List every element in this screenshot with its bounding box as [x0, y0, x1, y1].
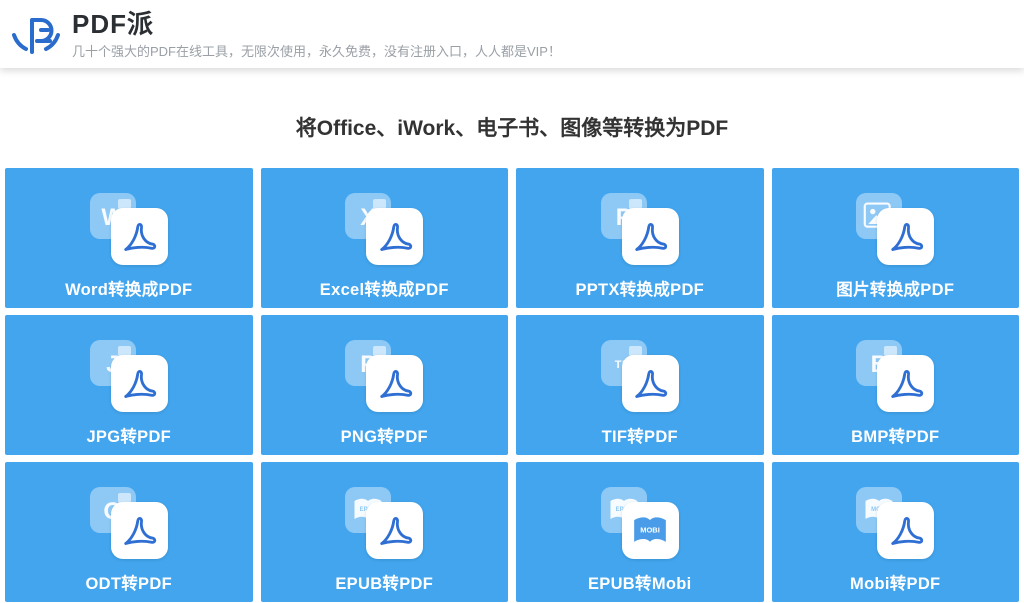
tool-tile[interactable]: O ODT转PDF — [5, 462, 253, 602]
tool-tile[interactable]: EPUB EPUB转PDF — [261, 462, 509, 602]
tool-label: EPUB转Mobi — [588, 570, 692, 594]
tool-icon-combo: P — [345, 340, 423, 412]
pdf-acrobat-icon — [622, 208, 679, 265]
tool-icon-combo — [856, 193, 934, 265]
tool-tile[interactable]: P PNG转PDF — [261, 315, 509, 455]
tool-tile[interactable]: B BMP转PDF — [772, 315, 1020, 455]
tool-icon-combo: W — [90, 193, 168, 265]
tool-icon-combo: TIF — [601, 340, 679, 412]
main-content: 将Office、iWork、电子书、图像等转换为PDF W Word转换成PDF… — [0, 112, 1024, 602]
tool-tile[interactable]: X Excel转换成PDF — [261, 168, 509, 308]
tool-icon-combo: EPUB MOBI — [601, 487, 679, 559]
tool-icon-combo: O — [90, 487, 168, 559]
tool-icon-combo: J — [90, 340, 168, 412]
tool-label: TIF转PDF — [602, 423, 678, 447]
tool-tile[interactable]: W Word转换成PDF — [5, 168, 253, 308]
pdf-acrobat-icon — [111, 502, 168, 559]
tool-label: PNG转PDF — [341, 423, 428, 447]
pdf-acrobat-icon — [111, 208, 168, 265]
pdf-acrobat-icon — [366, 355, 423, 412]
tool-label: PPTX转换成PDF — [575, 276, 704, 300]
tool-label: Word转换成PDF — [65, 276, 192, 300]
mobi-book-icon: MOBI — [622, 502, 679, 559]
tool-tile[interactable]: MOBI Mobi转PDF — [772, 462, 1020, 602]
brand-block: PDF派 几十个强大的PDF在线工具，无限次使用，永久免费，没有注册入口，人人都… — [72, 8, 561, 61]
svg-text:MOBI: MOBI — [640, 525, 660, 534]
tool-icon-combo: X — [345, 193, 423, 265]
tool-tile[interactable]: P PPTX转换成PDF — [516, 168, 764, 308]
tool-tile[interactable]: TIF TIF转PDF — [516, 315, 764, 455]
tool-icon-combo: B — [856, 340, 934, 412]
pdf-acrobat-icon — [877, 208, 934, 265]
section-heading: 将Office、iWork、电子书、图像等转换为PDF — [0, 112, 1024, 142]
tool-label: ODT转PDF — [86, 570, 172, 594]
tool-label: EPUB转PDF — [335, 570, 433, 594]
tools-grid: W Word转换成PDF X Excel转换成PDF P PPTX转换成PDF — [0, 168, 1024, 602]
site-tagline: 几十个强大的PDF在线工具，无限次使用，永久免费，没有注册入口，人人都是VIP！ — [72, 41, 561, 60]
pdf-pai-logo-icon[interactable] — [10, 8, 62, 60]
pdf-acrobat-icon — [877, 355, 934, 412]
tool-icon-combo: EPUB — [345, 487, 423, 559]
tool-label: BMP转PDF — [851, 423, 939, 447]
pdf-acrobat-icon — [111, 355, 168, 412]
tool-tile[interactable]: EPUB MOBI EPUB转Mobi — [516, 462, 764, 602]
tool-icon-combo: P — [601, 193, 679, 265]
pdf-acrobat-icon — [366, 208, 423, 265]
pdf-acrobat-icon — [622, 355, 679, 412]
tool-label: JPG转PDF — [86, 423, 171, 447]
site-title[interactable]: PDF派 — [72, 10, 561, 39]
tool-label: Excel转换成PDF — [320, 276, 449, 300]
tool-tile[interactable]: 图片转换成PDF — [772, 168, 1020, 308]
site-header: PDF派 几十个强大的PDF在线工具，无限次使用，永久免费，没有注册入口，人人都… — [0, 0, 1024, 68]
pdf-acrobat-icon — [877, 502, 934, 559]
pdf-acrobat-icon — [366, 502, 423, 559]
tool-icon-combo: MOBI — [856, 487, 934, 559]
tool-label: 图片转换成PDF — [836, 276, 954, 300]
tool-label: Mobi转PDF — [850, 570, 940, 594]
tool-tile[interactable]: J JPG转PDF — [5, 315, 253, 455]
